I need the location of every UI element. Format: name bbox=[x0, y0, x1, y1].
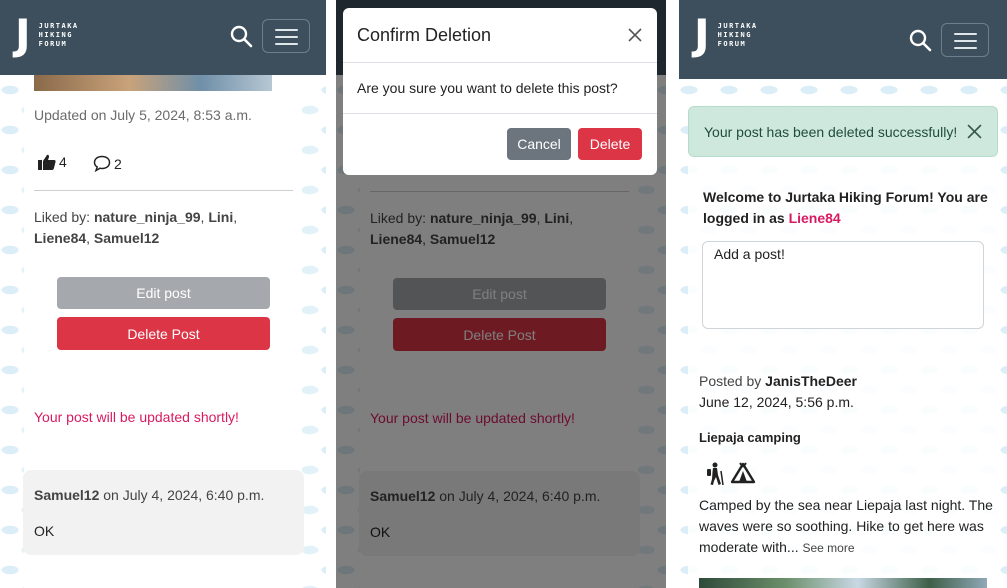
username-link[interactable]: Liene84 bbox=[789, 210, 841, 226]
hamburger-menu-icon bbox=[954, 33, 977, 35]
logo-line3: FORUM bbox=[717, 39, 747, 48]
post-image-preview[interactable] bbox=[699, 578, 987, 588]
cancel-button[interactable]: Cancel bbox=[507, 128, 571, 160]
post-detail-screen: J JURTAKA HIKING FORUM Updated on July 5… bbox=[0, 0, 326, 588]
brand-logo[interactable]: J JURTAKA HIKING FORUM bbox=[694, 10, 758, 59]
comment-icon bbox=[93, 155, 111, 172]
delete-post-button[interactable]: Delete Post bbox=[57, 317, 270, 350]
liked-by-user[interactable]: nature_ninja_99 bbox=[94, 209, 201, 225]
logo-line3: FORUM bbox=[38, 39, 68, 48]
see-more-link[interactable]: See more bbox=[803, 541, 855, 555]
post-excerpt-line-3-text: moderate with... bbox=[699, 539, 799, 555]
menu-toggle-button[interactable] bbox=[941, 23, 989, 57]
navbar: J JURTAKA HIKING FORUM bbox=[679, 0, 1007, 79]
edit-post-button[interactable]: Edit post bbox=[57, 277, 270, 309]
logo-letter: J bbox=[694, 10, 710, 59]
add-post-textarea[interactable]: Add a post! bbox=[702, 241, 984, 329]
home-screen: J JURTAKA HIKING FORUM Your post has bee… bbox=[679, 0, 1007, 588]
comment-count-indicator: 2 bbox=[93, 155, 122, 172]
like-button[interactable]: 4 bbox=[38, 154, 67, 170]
liked-by-user[interactable]: Lini bbox=[208, 209, 233, 225]
modal-header-divider bbox=[343, 62, 657, 63]
welcome-line-2-text: logged in as bbox=[703, 210, 785, 226]
post-excerpt-line-1: Camped by the sea near Liepaja last nigh… bbox=[699, 497, 993, 513]
logo-line2: HIKING bbox=[717, 30, 752, 39]
welcome-message: Welcome to Jurtaka Hiking Forum! You are… bbox=[703, 187, 988, 229]
logo-line1: JURTAKA bbox=[38, 21, 79, 30]
post-excerpt: Camped by the sea near Liepaja last nigh… bbox=[699, 495, 993, 559]
comment-author: Samuel12 bbox=[34, 487, 100, 503]
comment-meta: Samuel12 on July 4, 2024, 6:40 p.m. bbox=[34, 487, 264, 503]
alert-message: Your post has been deleted successfully! bbox=[704, 124, 958, 140]
confirm-delete-button[interactable]: Delete bbox=[578, 128, 642, 160]
liked-by-label: Liked by: bbox=[34, 209, 91, 225]
comment-text: OK bbox=[34, 523, 55, 539]
logo-line2: HIKING bbox=[38, 30, 73, 39]
posted-by-label: Posted by bbox=[699, 373, 762, 389]
search-icon[interactable] bbox=[908, 28, 932, 52]
liked-by: Liked by: nature_ninja_99, Lini, Liene84… bbox=[34, 209, 238, 246]
post-image bbox=[34, 75, 272, 91]
close-icon[interactable] bbox=[967, 124, 982, 139]
brand-logo[interactable]: J JURTAKA HIKING FORUM bbox=[15, 10, 79, 59]
logo-letter: J bbox=[15, 10, 31, 59]
menu-toggle-button[interactable] bbox=[262, 19, 310, 53]
confirm-deletion-modal: Confirm Deletion Are you sure you want t… bbox=[343, 8, 657, 175]
modal-body-text: Are you sure you want to delete this pos… bbox=[357, 80, 618, 96]
comment-date: on July 4, 2024, 6:40 p.m. bbox=[103, 487, 265, 503]
tent-icon bbox=[730, 462, 756, 484]
navbar: J JURTAKA HIKING FORUM bbox=[0, 0, 326, 75]
updated-date: Updated on July 5, 2024, 8:53 a.m. bbox=[34, 107, 252, 123]
liked-by-user[interactable]: Liene84 bbox=[34, 230, 86, 246]
welcome-line-1: Welcome to Jurtaka Hiking Forum! You are bbox=[703, 189, 988, 205]
hiker-icon bbox=[707, 462, 724, 486]
comment-card: Samuel12 on July 4, 2024, 6:40 p.m. OK bbox=[23, 470, 304, 555]
divider bbox=[34, 190, 293, 191]
comment-count: 2 bbox=[114, 155, 122, 172]
welcome-line-2: logged in as Liene84 bbox=[703, 208, 988, 229]
post-excerpt-line-3: moderate with... See more bbox=[699, 537, 993, 559]
confirm-delete-screen: Liked by: nature_ninja_99, Lini, Liene84… bbox=[336, 0, 666, 588]
post-excerpt-line-2: waves were so soothing. Hike to get here… bbox=[699, 518, 984, 534]
post-date: June 12, 2024, 5:56 p.m. bbox=[699, 394, 854, 410]
post-author-line: Posted by JanisTheDeer bbox=[699, 373, 857, 389]
search-icon[interactable] bbox=[229, 24, 253, 48]
liked-by-user[interactable]: Samuel12 bbox=[94, 230, 159, 246]
modal-title: Confirm Deletion bbox=[357, 25, 492, 45]
close-icon[interactable] bbox=[628, 28, 642, 42]
logo-line1: JURTAKA bbox=[717, 21, 758, 30]
textarea-placeholder: Add a post! bbox=[714, 246, 785, 262]
thumbs-up-icon bbox=[38, 154, 56, 170]
post-author[interactable]: JanisTheDeer bbox=[765, 373, 857, 389]
logo-text: JURTAKA HIKING FORUM bbox=[39, 22, 79, 49]
logo-text: JURTAKA HIKING FORUM bbox=[718, 22, 758, 49]
post-title[interactable]: Liepaja camping bbox=[699, 430, 801, 445]
hamburger-menu-icon bbox=[275, 29, 298, 31]
pending-update-message: Your post will be updated shortly! bbox=[34, 409, 239, 425]
success-alert: Your post has been deleted successfully! bbox=[688, 106, 998, 157]
modal-footer-divider bbox=[343, 113, 657, 114]
like-count: 4 bbox=[59, 154, 67, 170]
